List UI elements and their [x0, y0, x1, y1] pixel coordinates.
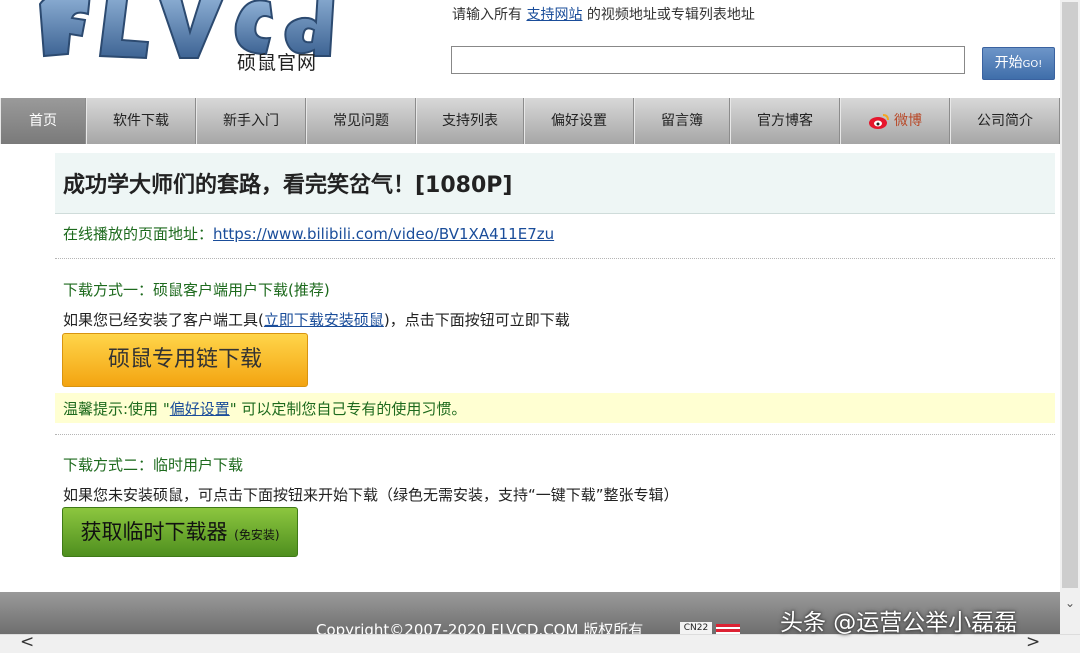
online-page-row: 在线播放的页面地址：https://www.bilibili.com/video… [63, 223, 554, 244]
scroll-left-icon[interactable]: < [20, 632, 34, 652]
weibo-icon [869, 114, 889, 129]
nav-item-guestbook[interactable]: 留言簿 [634, 98, 730, 144]
nav-item-preferences[interactable]: 偏好设置 [524, 98, 634, 144]
title-band: 成功学大师们的套路，看完笑岔气！[1080P] [55, 153, 1055, 214]
nav-item-company-intro[interactable]: 公司简介 [950, 98, 1060, 144]
hint-suffix: 的视频地址或专辑列表地址 [586, 7, 755, 23]
online-label: 在线播放的页面地址： [63, 225, 214, 243]
supported-sites-link[interactable]: 支持网站 [526, 7, 582, 23]
method1-desc: 如果您已经安装了客户端工具(立即下载安装硕鼠)，点击下面按钮可立即下载 [63, 309, 570, 330]
flag-icon [716, 624, 740, 634]
nav-item-beginner-guide[interactable]: 新手入门 [196, 98, 306, 144]
tip-band: 温馨提示:使用 "偏好设置" 可以定制您自己专有的使用习惯。 [55, 393, 1055, 423]
nav-item-support-list[interactable]: 支持列表 [416, 98, 524, 144]
url-hint: 请输入所有 支持网站 的视频地址或专辑列表地址 [452, 4, 755, 24]
online-url-link[interactable]: https://www.bilibili.com/video/BV1XA411E… [213, 225, 554, 243]
scroll-right-icon[interactable]: > [1026, 632, 1040, 652]
flvcd-logo[interactable]: 硕鼠官网 [30, 0, 340, 94]
nav-item-official-blog[interactable]: 官方博客 [730, 98, 840, 144]
preferences-link[interactable]: 偏好设置 [170, 400, 230, 418]
nav-item-home[interactable]: 首页 [0, 98, 86, 144]
tip-prefix: 温馨提示:使用 " [63, 400, 170, 418]
page-title: 成功学大师们的套路，看完笑岔气！[1080P] [63, 173, 513, 198]
go-small-label: GO! [1022, 59, 1043, 70]
nav-item-software-download[interactable]: 软件下载 [86, 98, 196, 144]
temp-downloader-button[interactable]: 获取临时下载器 (免安装) [62, 507, 298, 557]
divider [55, 434, 1055, 435]
method1-desc-prefix: 如果您已经安装了客户端工具( [63, 311, 264, 329]
badge-label: CN22 [680, 622, 712, 634]
watermark-text: 头条 @运营公举小磊磊 [780, 610, 1018, 636]
no-install-label: (免安装) [234, 528, 280, 542]
hint-prefix: 请输入所有 [452, 7, 522, 23]
go-label: 开始 [994, 55, 1023, 71]
divider [55, 258, 1055, 259]
logo-subtitle: 硕鼠官网 [237, 52, 318, 74]
main-nav: 首页 软件下载 新手入门 常见问题 支持列表 偏好设置 留言簿 官方博客 微博 … [0, 98, 1060, 144]
site-header: 硕鼠官网 请输入所有 支持网站 的视频地址或专辑列表地址 开始GO! [0, 0, 1060, 98]
method1-label: 下载方式一：硕鼠客户端用户下载(推荐) [63, 281, 330, 299]
install-client-link[interactable]: 立即下载安装硕鼠 [264, 311, 384, 329]
temp-downloader-label: 获取临时下载器 [80, 520, 228, 544]
method2-label: 下载方式二：临时用户下载 [63, 456, 244, 474]
nav-item-faq[interactable]: 常见问题 [306, 98, 416, 144]
video-url-input[interactable] [451, 46, 965, 74]
footer-badge: CN22 [680, 622, 740, 634]
method1-desc-suffix: )，点击下面按钮可立即下载 [383, 311, 570, 329]
tip-suffix: " 可以定制您自己专有的使用习惯。 [229, 400, 467, 418]
scroll-down-icon[interactable]: ⌄ [1060, 596, 1080, 616]
weibo-label: 微博 [894, 113, 922, 129]
nav-item-weibo[interactable]: 微博 [840, 98, 950, 144]
client-download-button[interactable]: 硕鼠专用链下载 [62, 333, 308, 387]
vertical-scroll-thumb[interactable] [1062, 2, 1078, 588]
tip-text: 温馨提示:使用 "偏好设置" 可以定制您自己专有的使用习惯。 [63, 398, 466, 419]
start-go-button[interactable]: 开始GO! [982, 47, 1055, 80]
method2-desc: 如果您未安装硕鼠，可点击下面按钮来开始下载（绿色无需安装，支持“一键下载”整张专… [63, 486, 679, 504]
